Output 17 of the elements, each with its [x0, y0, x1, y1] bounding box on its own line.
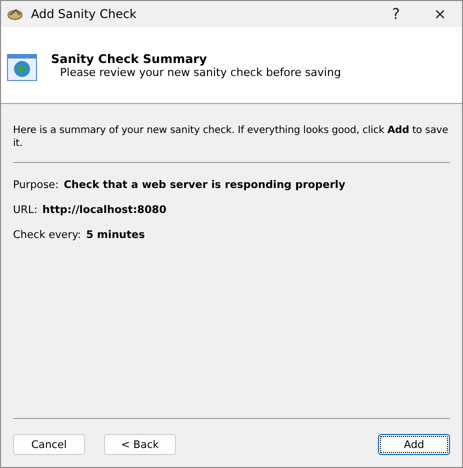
globe-window-icon: [7, 54, 37, 80]
intro-text: Here is a summary of your new sanity check. If everything looks good, click Add to save it.: [13, 124, 450, 150]
app-icon: [7, 7, 23, 21]
field-value: http://localhost:8080: [42, 204, 166, 216]
help-button[interactable]: ?: [374, 1, 418, 27]
field-label: Check every:: [13, 229, 82, 241]
dialog-button[interactable]: Cancel: [13, 434, 85, 455]
close-button[interactable]: ×: [418, 1, 462, 27]
dialog-button[interactable]: Add: [378, 434, 450, 455]
dialog-button[interactable]: < Back: [104, 434, 176, 455]
header-subtitle: Please review your new sanity check before saving: [60, 66, 341, 78]
field-value: 5 minutes: [86, 229, 145, 241]
field-value: Check that a web server is responding properly: [64, 179, 346, 191]
header-title: Sanity Check Summary: [51, 52, 208, 66]
window-title: Add Sanity Check: [31, 7, 138, 21]
field-label: Purpose:: [13, 179, 59, 191]
field-label: URL:: [13, 204, 38, 216]
